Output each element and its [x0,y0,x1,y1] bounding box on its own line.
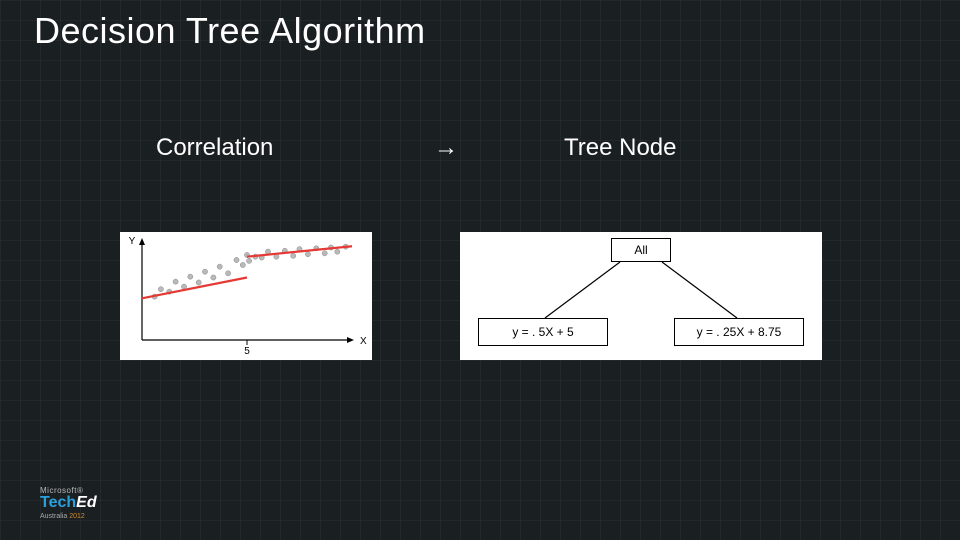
event-region: Australia [40,513,69,520]
tree-root-node: All [611,238,671,262]
tree-leaf-right: y = . 25X + 8.75 [674,318,804,346]
tree-leaf-left: y = . 5X + 5 [478,318,608,346]
label-correlation: Correlation [156,134,273,162]
scatter-svg: Y X 5 [120,232,372,360]
svg-text:5: 5 [244,346,250,357]
correlation-scatter-chart: Y X 5 [120,232,372,360]
label-tree-node: Tree Node [564,134,677,162]
arrow-icon: → [434,134,458,162]
svg-text:X: X [360,336,367,347]
tree-diagram: All y = . 5X + 5 y = . 25X + 8.75 [460,232,822,360]
svg-text:Y: Y [129,236,136,247]
slide-title: Decision Tree Algorithm [34,10,426,52]
teched-tech: Tech [40,494,76,511]
event-year: 2012 [69,513,85,520]
teched-logo: TechEd [40,495,97,511]
teched-ed: Ed [76,494,96,511]
footer-logo: Microsoft® TechEd Australia 2012 [40,487,97,520]
event-subline: Australia 2012 [40,513,97,520]
